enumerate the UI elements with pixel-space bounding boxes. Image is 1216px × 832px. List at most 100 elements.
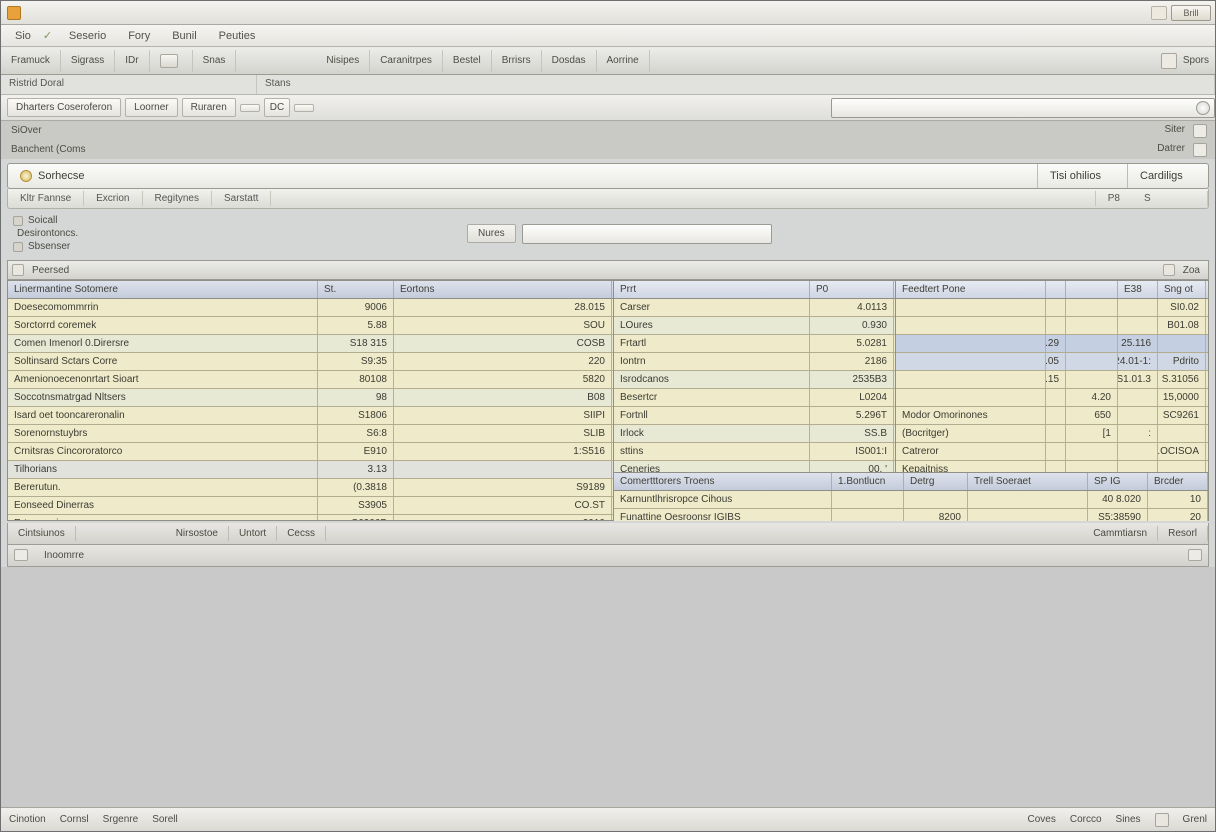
table-row[interactable]: BesertcrL0204 [614, 389, 895, 407]
table-row[interactable]: Soltinsard Sctars CorreS9:35220 [8, 353, 613, 371]
status-item[interactable]: Srgenre [103, 814, 139, 825]
subfooter-icon[interactable] [1188, 549, 1202, 561]
table-row[interactable]: Amenionoecenonrtart Sioart801085820 [8, 371, 613, 389]
window-icon[interactable] [1151, 6, 1167, 20]
column-header[interactable] [1046, 281, 1066, 298]
table-row[interactable]: Funattine Oesroonsr IGIBS8200S5:3859020 [614, 509, 1208, 521]
table-row[interactable]: Carser4.0113 [614, 299, 895, 317]
tab[interactable]: Kltr Fannse [8, 191, 84, 206]
tree-expand-icon[interactable] [13, 216, 23, 226]
table-row[interactable]: CatrerorCH.OCISOA [896, 443, 1208, 461]
column-header[interactable]: SP IG [1088, 473, 1148, 490]
status-item[interactable]: Cornsl [60, 814, 89, 825]
status-item[interactable]: Cinotion [9, 814, 46, 825]
tab[interactable]: Sarstatt [212, 191, 271, 206]
table-row[interactable]: Fortnll5.296T [614, 407, 895, 425]
status-item[interactable]: Sorell [152, 814, 178, 825]
context-button[interactable]: Ruraren [182, 98, 236, 117]
table-row[interactable]: LOures0.930 [614, 317, 895, 335]
tree-item[interactable]: Soicall [28, 215, 57, 226]
table-row[interactable]: Soccotnsmatrgad Nltsers98B08 [8, 389, 613, 407]
column-header[interactable] [1066, 281, 1118, 298]
table-row[interactable]: IrlockSS.B [614, 425, 895, 443]
table-row[interactable]: SI 9036.2925.116 [896, 335, 1208, 353]
table-row[interactable]: SI0.02 [896, 299, 1208, 317]
status-item[interactable]: Sines [1116, 814, 1141, 825]
tab-right[interactable]: P8 [1095, 191, 1132, 206]
subfooter-button[interactable]: Resorl [1158, 526, 1208, 541]
table-body[interactable]: Carser4.0113 LOures0.930Frtartl5.0281Ion… [614, 299, 895, 472]
ribbon-item[interactable]: Nisipes [316, 50, 370, 72]
table-row[interactable]: Karnuntlhrisropce Cihous40 8.02010 [614, 491, 1208, 509]
context-button[interactable]: Loorner [125, 98, 177, 117]
grid-header-icon[interactable] [12, 264, 24, 276]
subfooter-button[interactable]: Untort [229, 526, 277, 541]
column-header[interactable]: E38 [1118, 281, 1158, 298]
table-row[interactable]: B01.08 [896, 317, 1208, 335]
tab[interactable]: Regitynes [143, 191, 212, 206]
table-row[interactable]: sttinsIS001:I [614, 443, 895, 461]
column-header[interactable]: Feedtert Pone [896, 281, 1046, 298]
ribbon-item[interactable]: Sigrass [61, 50, 115, 72]
ribbon-item[interactable]: Aorrine [597, 50, 650, 72]
context-small-button[interactable] [294, 104, 314, 112]
column-header[interactable]: Prrt [614, 281, 810, 298]
table-row[interactable]: 4.2015,0000 [896, 389, 1208, 407]
table-body[interactable]: Karnuntlhrisropce Cihous40 8.02010Funatt… [614, 491, 1208, 521]
column-header[interactable]: Trell Soeraet [968, 473, 1088, 490]
status-item[interactable]: Coves [1027, 814, 1055, 825]
column-header[interactable]: Sng ot [1158, 281, 1206, 298]
context-button[interactable]: Dharters Coseroferon [7, 98, 121, 117]
table-row[interactable]: Comen Imenorl 0.DirersreS18 315COSB [8, 335, 613, 353]
table-row[interactable]: Crnitsras CincororatorcoE9101:S516 [8, 443, 613, 461]
status-icon[interactable] [1155, 813, 1169, 827]
subfooter-button[interactable]: Cintsiunos [8, 526, 76, 541]
notes-input[interactable] [522, 224, 772, 244]
grid-header-icon[interactable] [1163, 264, 1175, 276]
table-row[interactable]: (Bocritger)[1: [896, 425, 1208, 443]
tree-item[interactable]: Sbsenser [28, 241, 70, 252]
column-header[interactable]: Linermantine Sotomere [8, 281, 318, 298]
status-item[interactable]: Corcco [1070, 814, 1102, 825]
ribbon-item[interactable]: Bestel [443, 50, 492, 72]
table-body[interactable]: Doesecomommrrin900628.015Sorctorrd corem… [8, 299, 613, 520]
context-small-button[interactable]: DC [264, 98, 290, 117]
calendar-icon[interactable] [1193, 143, 1207, 157]
ribbon-item[interactable]: Caranitrpes [370, 50, 443, 72]
column-header[interactable]: 1.Bontlucn [832, 473, 904, 490]
table-row[interactable]: Bererutun.(0.3818S9189 [8, 479, 613, 497]
table-row[interactable]: ErtrroracriesC6206B2010 [8, 515, 613, 520]
tab[interactable]: Excrion [84, 191, 142, 206]
tree-item[interactable]: Desirontoncs. [17, 228, 78, 239]
table-row[interactable]: Sorctorrd coremek5.88SOU [8, 317, 613, 335]
menu-item[interactable]: Fory [118, 28, 160, 44]
ribbon-item[interactable]: Brrisrs [492, 50, 542, 72]
column-header[interactable]: St. [318, 281, 394, 298]
table-row[interactable]: Isrodcanos2535B3 [614, 371, 895, 389]
menu-item[interactable]: Sio [5, 28, 41, 44]
table-row[interactable]: Iontrn2186 [614, 353, 895, 371]
table-row[interactable]: 3 :1806.15S1.01.3S.31056 [896, 371, 1208, 389]
ribbon-trail-icon[interactable] [1161, 53, 1177, 69]
context-small-button[interactable] [240, 104, 260, 112]
subfooter-button[interactable]: Nirsostoe [166, 526, 229, 541]
ribbon-item[interactable]: IDr [115, 50, 149, 72]
subfooter-icon[interactable] [14, 549, 28, 561]
search-input[interactable] [831, 98, 1215, 118]
status-item[interactable]: Grenl [1183, 814, 1207, 825]
panel-col-b[interactable]: Cardiligs [1128, 164, 1208, 188]
menu-item[interactable]: Seserio [59, 28, 116, 44]
ribbon-item[interactable]: Framuck [1, 50, 61, 72]
table-row[interactable]: Tilhorians3.13 [8, 461, 613, 479]
table-row[interactable]: Doesecomommrrin900628.015 [8, 299, 613, 317]
subfooter-button[interactable]: Cammtiarsn [1083, 526, 1158, 541]
menu-item[interactable]: Peuties [209, 28, 266, 44]
ribbon-trail-label[interactable]: ­Spors [1183, 55, 1209, 66]
table-row[interactable]: SorenornstuybrsS6:8SLIB [8, 425, 613, 443]
table-body[interactable]: SI0.02B01.08SI 9036.2925.116S1015.0524.0… [896, 299, 1208, 472]
table-row[interactable]: Kepaitniss [896, 461, 1208, 472]
info-icon[interactable] [1193, 124, 1207, 138]
table-row[interactable]: Frtartl5.0281 [614, 335, 895, 353]
column-header[interactable]: Detrg [904, 473, 968, 490]
column-header[interactable]: Brcder [1148, 473, 1208, 490]
